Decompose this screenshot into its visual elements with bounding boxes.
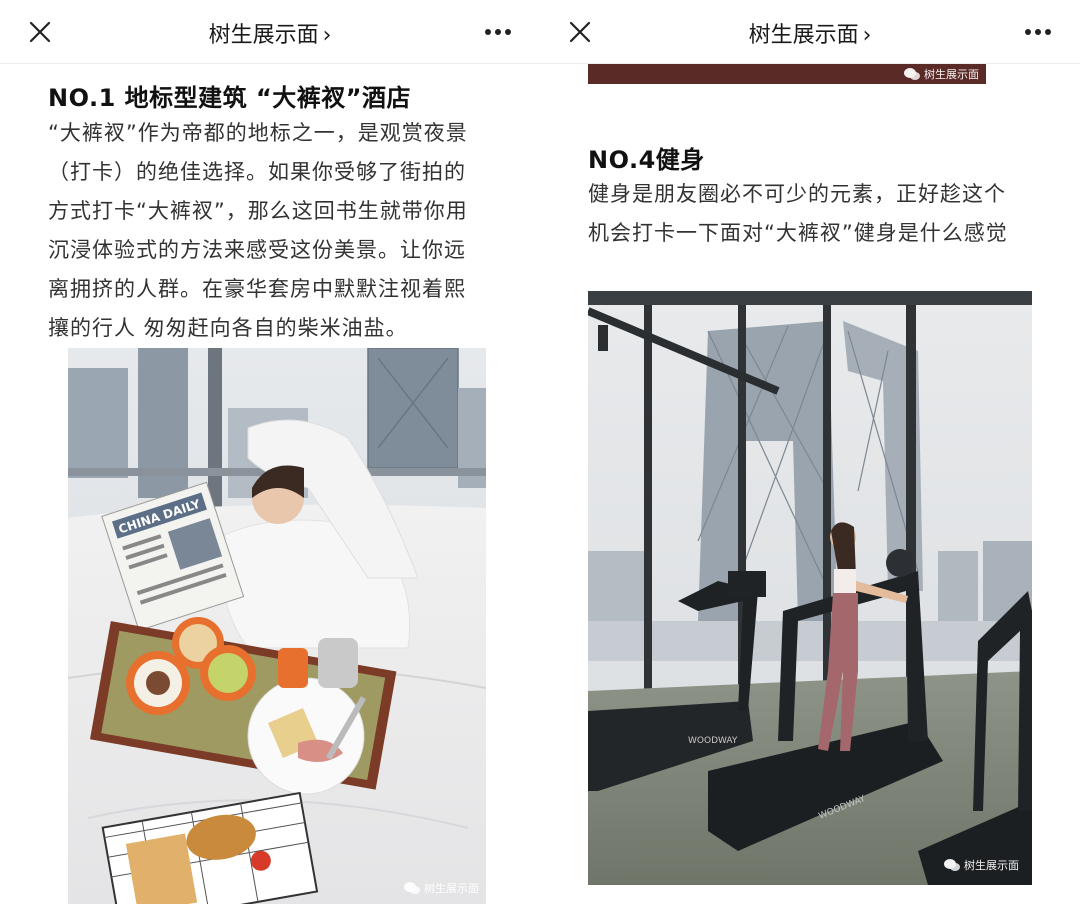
chevron-right-icon: ›	[322, 23, 332, 48]
paragraph-line: （打卡）的绝佳选择。如果你受够了街拍的	[48, 160, 466, 184]
paragraph-line: 沉浸体验式的方法来感受这份美景。让你远	[48, 238, 466, 262]
paragraph-line: 方式打卡“大裤衩”，那么这回书生就带你用	[48, 199, 468, 223]
account-title-link[interactable]: 树生展示面 ›	[0, 17, 540, 49]
right-article-screen: 树生展示面 树生展示面 › NO.4健身 健身是朋友圈必不可少的元素，正好趁这个 …	[540, 0, 1080, 914]
article-paragraph: “大裤衩”作为帝都的地标之一，是观赏夜景 （打卡）的绝佳选择。如果你受够了街拍的…	[48, 114, 518, 348]
image-watermark: 树生展示面	[904, 66, 979, 82]
section-heading: NO.1 地标型建筑 “大裤衩”酒店	[48, 84, 412, 112]
paragraph-line: 攘的行人 匆匆赶向各自的柴米油盐。	[48, 316, 408, 340]
more-icon[interactable]	[1018, 14, 1058, 50]
watermark-text: 树生展示面	[924, 68, 979, 81]
treadmill-brand: WOODWAY	[688, 736, 738, 746]
nav-bar: 树生展示面 ›	[0, 0, 540, 64]
section-heading: NO.4健身	[588, 146, 705, 174]
left-article-screen: 树生展示面 › NO.1 地标型建筑 “大裤衩”酒店 “大裤衩”作为帝都的地标之一…	[0, 0, 540, 914]
hotel-breakfast-photo[interactable]: CHINA DAILY 树生展示面	[68, 348, 486, 904]
account-name: 树生展示面	[208, 23, 319, 48]
wechat-icon	[904, 68, 920, 80]
nav-bar: 树生展示面 ›	[540, 0, 1080, 64]
watermark-text: 树生展示面	[424, 882, 479, 895]
paragraph-line: 机会打卡一下面对“大裤衩”健身是什么感觉	[588, 221, 1008, 245]
gym-treadmill-photo[interactable]: WOODWAY WOODWAY 树生展示面	[588, 291, 1032, 885]
paragraph-line: 离拥挤的人群。在豪华套房中默默注视着熙	[48, 277, 466, 301]
article-paragraph: 健身是朋友圈必不可少的元素，正好趁这个 机会打卡一下面对“大裤衩”健身是什么感觉	[588, 175, 1058, 253]
account-name: 树生展示面	[748, 23, 859, 48]
chevron-right-icon: ›	[862, 23, 872, 48]
account-title-link[interactable]: 树生展示面 ›	[540, 17, 1080, 49]
wechat-icon	[944, 859, 960, 871]
paragraph-line: “大裤衩”作为帝都的地标之一，是观赏夜景	[48, 121, 468, 145]
image-watermark: 树生展示面	[944, 857, 1019, 873]
watermark-text: 树生展示面	[964, 859, 1019, 872]
wechat-icon	[404, 882, 420, 894]
more-icon[interactable]	[478, 14, 518, 50]
image-watermark: 树生展示面	[404, 880, 479, 896]
previous-photo-fragment[interactable]: 树生展示面	[588, 64, 986, 84]
paragraph-line: 健身是朋友圈必不可少的元素，正好趁这个	[588, 182, 1006, 206]
